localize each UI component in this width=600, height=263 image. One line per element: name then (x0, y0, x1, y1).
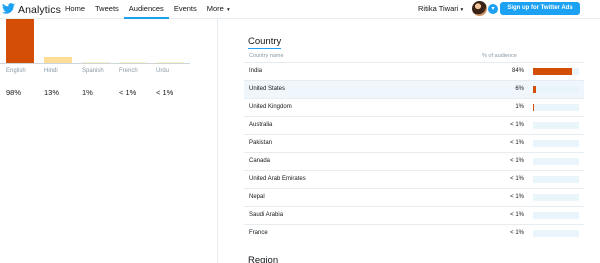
table-row[interactable]: United States 6% (244, 80, 584, 98)
chevron-down-icon: ▾ (226, 7, 230, 13)
nav-more[interactable]: More ▾ (202, 0, 235, 19)
audience-bar-track (533, 122, 579, 129)
country-section-title: Country (248, 36, 282, 49)
audience-percentage: < 1% (510, 176, 524, 182)
table-row[interactable]: Canada < 1% (244, 152, 584, 170)
country-name: India (249, 68, 263, 74)
table-row[interactable]: United Kingdom 1% (244, 98, 584, 116)
language-bar (119, 62, 147, 63)
audience-percentage: < 1% (510, 230, 524, 236)
main-nav: Home Tweets Audiences Events More ▾ (60, 0, 235, 19)
audience-bar-track (533, 86, 579, 93)
chevron-down-icon: ▾ (491, 6, 495, 12)
country-name: France (249, 230, 268, 236)
brand[interactable]: Analytics (2, 1, 61, 19)
audience-bar-track (533, 194, 579, 201)
language-bar (6, 19, 34, 63)
audience-percentage: < 1% (510, 212, 524, 218)
audience-bar-fill (533, 68, 572, 75)
country-name: Canada (249, 158, 271, 164)
country-name: Pakistan (249, 140, 273, 146)
table-row[interactable]: India 84% (244, 62, 584, 80)
language-name: Hindi (44, 68, 58, 74)
audience-percentage: < 1% (510, 122, 524, 128)
nav-events[interactable]: Events (169, 0, 202, 19)
language-name: Urdu (156, 68, 170, 74)
audience-percentage: < 1% (510, 158, 524, 164)
audience-bar-fill (533, 86, 536, 93)
languages-panel: English 98% Hindi 13% Spanish 1% French < 1% Urd… (0, 19, 218, 263)
audience-percentage: 6% (515, 86, 524, 92)
audience-bar-track (533, 104, 579, 111)
table-row[interactable]: Saudi Arabia < 1% (244, 206, 584, 224)
language-percentage: 98% (6, 88, 22, 97)
audience-bar-track (533, 68, 579, 75)
country-name: Saudi Arabia (249, 212, 284, 218)
language-bar (44, 57, 72, 63)
region-section-title: Region (248, 255, 279, 263)
audience-percentage: 1% (515, 104, 524, 110)
language-percentage: 1% (82, 88, 93, 97)
audience-percentage: < 1% (510, 194, 524, 200)
audience-bar-track (533, 140, 579, 147)
audience-bar-track (533, 212, 579, 219)
signup-twitter-ads-button[interactable]: Sign up for Twitter Ads (500, 2, 580, 15)
country-name: Nepal (249, 194, 265, 200)
twitter-bird-icon (2, 1, 16, 19)
audience-percentage: < 1% (510, 140, 524, 146)
audience-bar-track (533, 158, 579, 165)
country-name: Australia (249, 122, 273, 128)
audience-bar-track (533, 230, 579, 237)
country-name-column-header: Country name (249, 53, 284, 59)
account-chevron-button[interactable]: ▾ (488, 4, 498, 14)
chart-baseline (0, 63, 190, 64)
user-menu[interactable]: Ritika Tiwari ▾ (418, 4, 463, 13)
audience-pct-column-header: % of audience (482, 53, 517, 59)
table-row[interactable]: France < 1% (244, 224, 584, 242)
table-row[interactable]: United Arab Emirates < 1% (244, 170, 584, 188)
language-percentage: < 1% (156, 88, 174, 97)
nav-audiences[interactable]: Audiences (123, 0, 169, 19)
brand-name: Analytics (18, 4, 61, 16)
language-name: French (119, 68, 138, 74)
table-row[interactable]: Nepal < 1% (244, 188, 584, 206)
chevron-down-icon: ▾ (460, 7, 464, 13)
avatar[interactable] (472, 1, 487, 16)
country-name: United States (249, 86, 286, 92)
audience-bar-track (533, 176, 579, 183)
language-bar (82, 62, 110, 63)
audience-percentage: 84% (511, 68, 524, 74)
language-percentage: 13% (44, 88, 60, 97)
user-name: Ritika Tiwari (418, 4, 459, 13)
table-row[interactable]: Australia < 1% (244, 116, 584, 134)
top-bar: Analytics Home Tweets Audiences Events M… (0, 0, 600, 19)
language-percentage: < 1% (119, 88, 137, 97)
language-bar (156, 62, 184, 63)
country-name: United Arab Emirates (249, 176, 306, 182)
nav-home[interactable]: Home (60, 0, 90, 19)
table-row[interactable]: Pakistan < 1% (244, 134, 584, 152)
language-name: English (6, 68, 26, 74)
country-name: United Kingdom (249, 104, 292, 110)
nav-tweets[interactable]: Tweets (90, 0, 124, 19)
language-name: Spanish (82, 68, 104, 74)
